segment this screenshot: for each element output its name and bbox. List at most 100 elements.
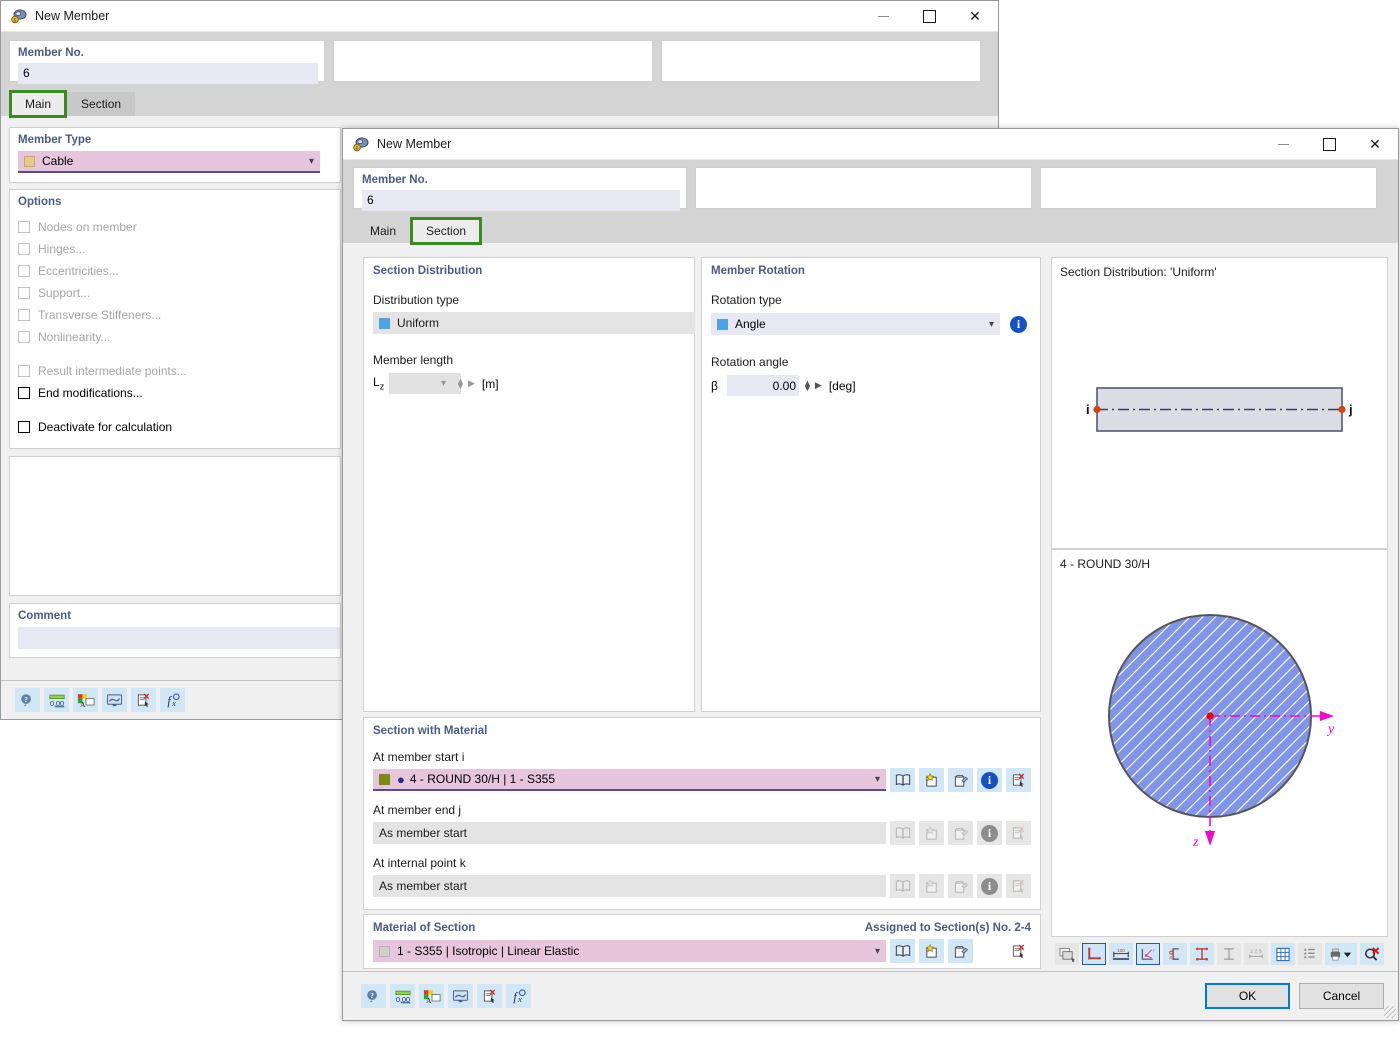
render-mode-icon[interactable] xyxy=(1055,943,1079,965)
rotation-type-color-swatch xyxy=(717,318,728,330)
delete-report-icon[interactable] xyxy=(477,984,502,1008)
edit-material-icon[interactable] xyxy=(948,939,973,963)
print-icon[interactable] xyxy=(1325,943,1357,965)
at-internal-point-label: At internal point k xyxy=(373,856,466,870)
help-find-icon[interactable]: ? xyxy=(361,984,386,1008)
close-icon[interactable] xyxy=(952,1,998,32)
dialog-member-no-box: Member No. 6 xyxy=(353,167,687,211)
centroid-icon[interactable] xyxy=(1217,943,1241,965)
distribution-type-label: Distribution type xyxy=(373,293,460,307)
section-end-value: As member start xyxy=(373,822,886,844)
option-label: Transverse Stiffeners... xyxy=(38,308,162,322)
member-rotation-panel: Member Rotation Rotation type Angle ▾ i … xyxy=(701,257,1041,712)
new-section-icon[interactable] xyxy=(919,768,944,792)
option-nonlinearity[interactable]: Nonlinearity... xyxy=(18,326,332,348)
tab-main-label: Main xyxy=(370,224,397,238)
dialog-bottom-bar: ? 0,00 A fx OK Cancel xyxy=(343,971,1398,1020)
rotation-angle-input[interactable]: 0.00 xyxy=(727,375,799,396)
ok-button[interactable]: OK xyxy=(1205,983,1290,1009)
member-length-input[interactable] xyxy=(389,373,461,394)
info-icon[interactable]: i xyxy=(977,768,1002,792)
section-distribution-panel: Section Distribution Distribution type U… xyxy=(363,257,695,712)
material-color-swatch xyxy=(379,945,390,957)
spinner-arrows[interactable]: ▲ ▼ xyxy=(456,376,465,390)
formula-icon[interactable]: fx xyxy=(160,688,185,712)
svg-text:A: A xyxy=(80,700,86,707)
grid-icon[interactable] xyxy=(1271,943,1295,965)
library-icon[interactable] xyxy=(890,768,915,792)
minimize-icon[interactable] xyxy=(860,1,906,32)
section-shape-preview-title: 4 - ROUND 30/H xyxy=(1060,557,1151,571)
section-with-material-panel: Section with Material At member start i … xyxy=(363,717,1041,910)
tab-main[interactable]: Main xyxy=(8,90,68,118)
maximize-icon[interactable] xyxy=(906,1,952,32)
section-distribution-preview: Section Distribution: 'Uniform' i j i j xyxy=(1051,257,1388,549)
option-end-modifications[interactable]: End modifications... xyxy=(18,382,332,404)
option-label: Support... xyxy=(38,286,91,300)
cancel-button[interactable]: Cancel xyxy=(1299,983,1384,1009)
section-start-combo[interactable]: ● 4 - ROUND 30/H | 1 - S355 ▾ xyxy=(373,769,886,791)
rotation-type-label: Rotation type xyxy=(711,293,782,307)
chevron-down-icon: ▾ xyxy=(874,773,880,785)
library-icon[interactable] xyxy=(890,939,915,963)
option-hinges[interactable]: Hinges... xyxy=(18,238,332,260)
dialog-tabstrip: Main Section xyxy=(343,216,1398,245)
principal-axes-icon[interactable]: y xyxy=(1136,943,1160,965)
display-properties-icon[interactable]: A xyxy=(73,688,98,712)
new-member-dialog: 6 New Member Member No. 6 Main xyxy=(342,128,1399,1021)
member-type-combo[interactable]: Cable ▾ xyxy=(18,151,320,173)
member-no-input[interactable]: 6 xyxy=(18,63,318,84)
next-value-icon[interactable]: ▶ xyxy=(815,380,822,391)
stress-points-icon[interactable] xyxy=(1190,943,1214,965)
delete-icon[interactable] xyxy=(1006,768,1031,792)
option-transverse-stiffeners[interactable]: Transverse Stiffeners... xyxy=(18,304,332,326)
units-decimals-icon[interactable]: 0,00 xyxy=(390,984,415,1008)
dimensions-icon[interactable]: 100 xyxy=(1109,943,1133,965)
options-panel: Options Nodes on member Hinges... Eccent… xyxy=(9,189,341,449)
material-combo[interactable]: 1 - S355 | Isotropic | Linear Elastic ▾ xyxy=(373,940,886,962)
close-icon[interactable] xyxy=(1352,129,1398,160)
display-properties-icon[interactable]: A xyxy=(419,984,444,1008)
option-label: Eccentricities... xyxy=(38,264,119,278)
comment-input[interactable] xyxy=(18,627,340,649)
numbering-icon[interactable]: 1 2 3 xyxy=(1244,943,1268,965)
view-mode-icon[interactable] xyxy=(448,984,473,1008)
tab-main[interactable]: Main xyxy=(356,219,411,243)
parts-list-icon[interactable] xyxy=(1298,943,1322,965)
help-find-icon[interactable]: ? xyxy=(15,688,40,712)
shear-center-icon[interactable]: sc xyxy=(1163,943,1187,965)
edit-section-icon[interactable] xyxy=(948,768,973,792)
option-result-intermediate-points[interactable]: Result intermediate points... xyxy=(18,360,332,382)
section-outline-icon[interactable] xyxy=(1082,943,1106,965)
reset-view-icon[interactable] xyxy=(1360,943,1384,965)
member-rotation-title: Member Rotation xyxy=(711,265,805,277)
resize-grip[interactable] xyxy=(1384,1006,1396,1018)
option-nodes-on-member[interactable]: Nodes on member xyxy=(18,216,332,238)
new-material-icon[interactable] xyxy=(919,939,944,963)
checkbox-icon xyxy=(18,287,30,299)
tab-section[interactable]: Section xyxy=(67,92,136,116)
info-icon: i xyxy=(977,874,1002,898)
delete-icon[interactable] xyxy=(1006,939,1031,963)
member-type-title: Member Type xyxy=(18,134,92,146)
next-value-icon[interactable]: ▶ xyxy=(468,378,475,389)
rotation-type-combo[interactable]: Angle ▾ xyxy=(711,313,1000,335)
spinner-arrows[interactable]: ▲ ▼ xyxy=(803,378,812,392)
background-window-title: New Member xyxy=(35,9,110,23)
member-type-panel: Member Type Cable ▾ xyxy=(9,127,341,183)
tab-section[interactable]: Section xyxy=(410,217,483,245)
info-glyph: i xyxy=(981,877,998,895)
member-no-input[interactable]: 6 xyxy=(362,190,680,211)
chevron-down-icon[interactable]: ▾ xyxy=(441,378,446,389)
svg-text:1 2 3: 1 2 3 xyxy=(1251,948,1262,954)
rotation-type-info-button[interactable]: i xyxy=(1006,312,1031,336)
minimize-icon[interactable] xyxy=(1260,129,1306,160)
option-deactivate-for-calculation[interactable]: Deactivate for calculation xyxy=(18,416,332,438)
option-eccentricities[interactable]: Eccentricities... xyxy=(18,260,332,282)
view-mode-icon[interactable] xyxy=(102,688,127,712)
units-decimals-icon[interactable]: 0,00 xyxy=(44,688,69,712)
formula-icon[interactable]: fx xyxy=(506,984,531,1008)
delete-report-icon[interactable] xyxy=(131,688,156,712)
maximize-icon[interactable] xyxy=(1306,129,1352,160)
option-support[interactable]: Support... xyxy=(18,282,332,304)
